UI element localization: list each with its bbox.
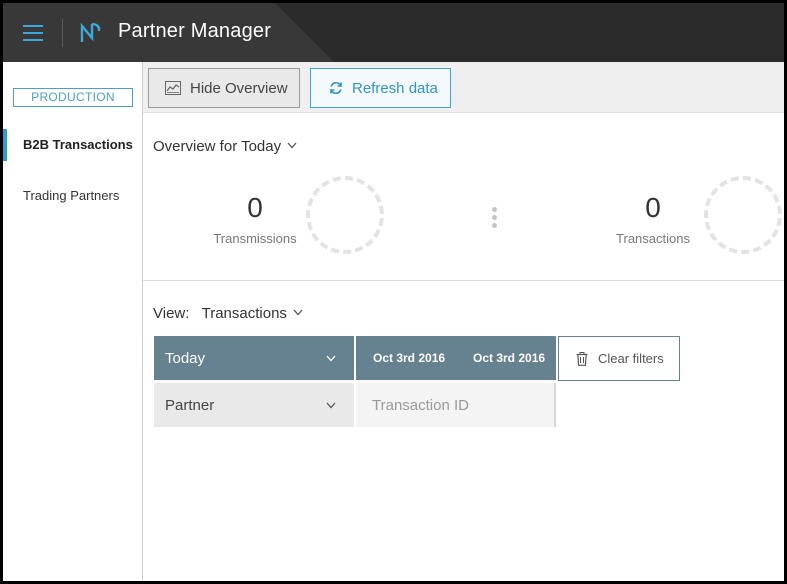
chevron-down-icon — [293, 309, 303, 316]
refresh-data-label: Refresh data — [352, 79, 438, 97]
chevron-down-icon — [326, 402, 336, 409]
sidebar-item-trading-partners[interactable]: Trading Partners — [3, 180, 142, 212]
overview-period: Today — [241, 138, 282, 155]
chevron-down-icon — [326, 355, 336, 362]
period-filter-value: Today — [165, 349, 206, 367]
app-title: Partner Manager — [118, 20, 272, 42]
trash-icon — [576, 351, 588, 366]
view-selector: View: Transactions — [153, 305, 303, 322]
chevron-down-icon — [287, 142, 297, 149]
transactions-ring — [704, 176, 782, 254]
hide-overview-button[interactable]: Hide Overview — [148, 68, 300, 108]
toolbar: Hide Overview Refresh data — [143, 62, 784, 113]
sidebar-item-b2b-transactions[interactable]: B2B Transactions — [3, 129, 142, 161]
refresh-data-button[interactable]: Refresh data — [310, 68, 451, 108]
date-to[interactable]: Oct 3rd 2016 — [473, 351, 545, 365]
partner-filter-value: Partner — [165, 396, 215, 414]
section-divider — [143, 280, 784, 281]
app-window: Partner Manager PRODUCTION B2B Transacti… — [3, 3, 784, 581]
transactions-label: Transactions — [616, 231, 690, 246]
partner-filter-dropdown[interactable]: Partner — [154, 383, 354, 427]
hamburger-icon[interactable] — [23, 25, 43, 41]
transmissions-label: Transmissions — [213, 231, 297, 246]
environment-badge[interactable]: PRODUCTION — [13, 88, 133, 107]
view-selected: Transactions — [201, 305, 287, 322]
partner-manager-logo — [80, 22, 101, 42]
overview-header: Overview for Today — [153, 138, 297, 155]
transmissions-count: 0 — [247, 192, 263, 223]
transmissions-ring — [306, 176, 384, 254]
more-options-icon[interactable] — [492, 207, 498, 231]
sidebar: PRODUCTION B2B Transactions Trading Part… — [3, 62, 143, 581]
view-label: View: — [153, 305, 190, 322]
header-divider — [62, 19, 63, 47]
overview-period-dropdown[interactable]: Today — [241, 138, 297, 155]
period-filter-dropdown[interactable]: Today — [154, 336, 354, 380]
view-dropdown[interactable]: Transactions — [202, 305, 303, 322]
main-content: Hide Overview Refresh data Overview for … — [143, 62, 784, 581]
overview-label: Overview for — [153, 138, 238, 155]
refresh-icon — [330, 81, 342, 95]
transactions-count: 0 — [645, 192, 661, 223]
app-header: Partner Manager — [3, 3, 784, 62]
clear-filters-label: Clear filters — [598, 351, 664, 366]
transaction-id-input[interactable] — [356, 383, 556, 427]
chart-icon — [165, 81, 181, 95]
clear-filters-button[interactable]: Clear filters — [558, 336, 680, 381]
date-from[interactable]: Oct 3rd 2016 — [373, 351, 445, 365]
header-decoration — [275, 3, 784, 62]
hide-overview-label: Hide Overview — [190, 79, 288, 97]
date-range-filter[interactable]: Oct 3rd 2016 Oct 3rd 2016 — [356, 336, 556, 380]
